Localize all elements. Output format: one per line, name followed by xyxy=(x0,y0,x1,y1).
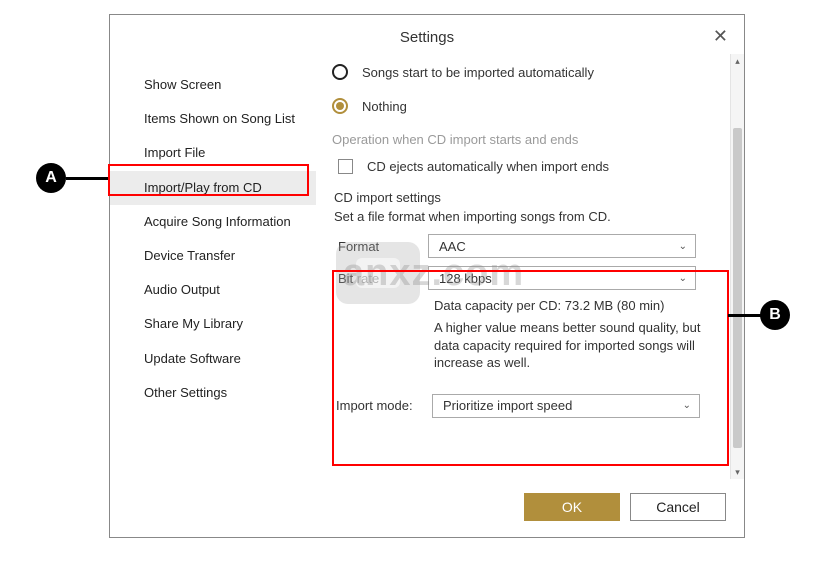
callout-b-badge: B xyxy=(760,300,790,330)
radio-auto-row[interactable]: Songs start to be imported automatically xyxy=(332,64,738,80)
sidebar-item-label: Import/Play from CD xyxy=(144,180,262,195)
sidebar-item-label: Show Screen xyxy=(144,77,221,92)
callout-a-badge: A xyxy=(36,163,66,193)
format-value: AAC xyxy=(439,239,466,254)
import-mode-value: Prioritize import speed xyxy=(443,398,572,413)
bitrate-label: Bit rate xyxy=(334,271,428,286)
sidebar-item-import-file[interactable]: Import File xyxy=(110,136,316,170)
import-settings-heading: CD import settings xyxy=(334,190,722,205)
callout-b-line xyxy=(728,314,762,317)
dialog-header: Settings ✕ xyxy=(110,15,744,54)
chevron-down-icon: ⌄ xyxy=(679,241,687,252)
sidebar-item-acquire-info[interactable]: Acquire Song Information xyxy=(110,205,316,239)
import-mode-row: Import mode: Prioritize import speed ⌄ xyxy=(332,394,724,418)
sidebar-item-label: Other Settings xyxy=(144,385,227,400)
bitrate-row: Bit rate 128 kbps ⌄ xyxy=(334,266,722,290)
radio-auto-label: Songs start to be imported automatically xyxy=(362,65,594,80)
format-label: Format xyxy=(334,239,428,254)
settings-dialog: Settings ✕ Show Screen Items Shown on So… xyxy=(109,14,745,538)
radio-nothing-label: Nothing xyxy=(362,99,407,114)
sidebar-item-label: Audio Output xyxy=(144,282,220,297)
checkbox-icon xyxy=(338,159,353,174)
sidebar-item-label: Import File xyxy=(144,145,205,160)
sidebar-item-label: Acquire Song Information xyxy=(144,214,291,229)
cancel-label: Cancel xyxy=(656,499,700,515)
sidebar-item-label: Device Transfer xyxy=(144,248,235,263)
scroll-thumb[interactable] xyxy=(733,128,742,448)
dialog-body: Show Screen Items Shown on Song List Imp… xyxy=(110,54,744,479)
callout-a-label: A xyxy=(45,169,57,187)
dialog-footer: OK Cancel xyxy=(110,479,744,537)
eject-checkbox-row[interactable]: CD ejects automatically when import ends xyxy=(338,159,738,174)
operation-heading: Operation when CD import starts and ends xyxy=(332,132,738,147)
import-mode-dropdown[interactable]: Prioritize import speed ⌄ xyxy=(432,394,700,418)
import-mode-label: Import mode: xyxy=(332,398,432,413)
chevron-down-icon: ⌄ xyxy=(679,273,687,284)
bitrate-value: 128 kbps xyxy=(439,271,492,286)
close-icon[interactable]: ✕ xyxy=(713,27,728,45)
capacity-text: Data capacity per CD: 73.2 MB (80 min) xyxy=(434,298,722,313)
sidebar-item-label: Share My Library xyxy=(144,316,243,331)
sidebar-item-label: Items Shown on Song List xyxy=(144,111,295,126)
scroll-up-icon[interactable]: ▴ xyxy=(731,54,744,68)
sidebar-item-import-cd[interactable]: Import/Play from CD xyxy=(110,171,316,205)
sidebar-item-share-library[interactable]: Share My Library xyxy=(110,307,316,341)
callout-a-line xyxy=(66,177,108,180)
ok-button[interactable]: OK xyxy=(524,493,620,521)
import-settings-desc: Set a file format when importing songs f… xyxy=(334,209,722,224)
chevron-down-icon: ⌄ xyxy=(683,400,691,411)
format-row: Format AAC ⌄ xyxy=(334,234,722,258)
ok-label: OK xyxy=(562,499,582,515)
radio-nothing-row[interactable]: Nothing xyxy=(332,98,738,114)
sidebar-item-song-list[interactable]: Items Shown on Song List xyxy=(110,102,316,136)
sidebar-item-label: Update Software xyxy=(144,351,241,366)
sidebar-item-audio-output[interactable]: Audio Output xyxy=(110,273,316,307)
radio-icon-selected xyxy=(332,98,348,114)
sidebar-item-device-transfer[interactable]: Device Transfer xyxy=(110,239,316,273)
sidebar-item-update-software[interactable]: Update Software xyxy=(110,342,316,376)
radio-dot-icon xyxy=(336,102,344,110)
bitrate-dropdown[interactable]: 128 kbps ⌄ xyxy=(428,266,696,290)
scrollbar[interactable]: ▴ ▾ xyxy=(730,54,744,479)
radio-icon xyxy=(332,64,348,80)
dialog-title: Settings xyxy=(400,29,454,46)
content-pane: Songs start to be imported automatically… xyxy=(316,54,744,479)
callout-b-label: B xyxy=(769,306,781,324)
sidebar: Show Screen Items Shown on Song List Imp… xyxy=(110,54,316,479)
cancel-button[interactable]: Cancel xyxy=(630,493,726,521)
import-settings-section: CD import settings Set a file format whe… xyxy=(332,188,724,372)
format-dropdown[interactable]: AAC ⌄ xyxy=(428,234,696,258)
scroll-down-icon[interactable]: ▾ xyxy=(731,465,744,479)
sidebar-item-other-settings[interactable]: Other Settings xyxy=(110,376,316,410)
bitrate-note: A higher value means better sound qualit… xyxy=(434,319,702,372)
eject-label: CD ejects automatically when import ends xyxy=(367,159,609,174)
sidebar-item-show-screen[interactable]: Show Screen xyxy=(110,68,316,102)
